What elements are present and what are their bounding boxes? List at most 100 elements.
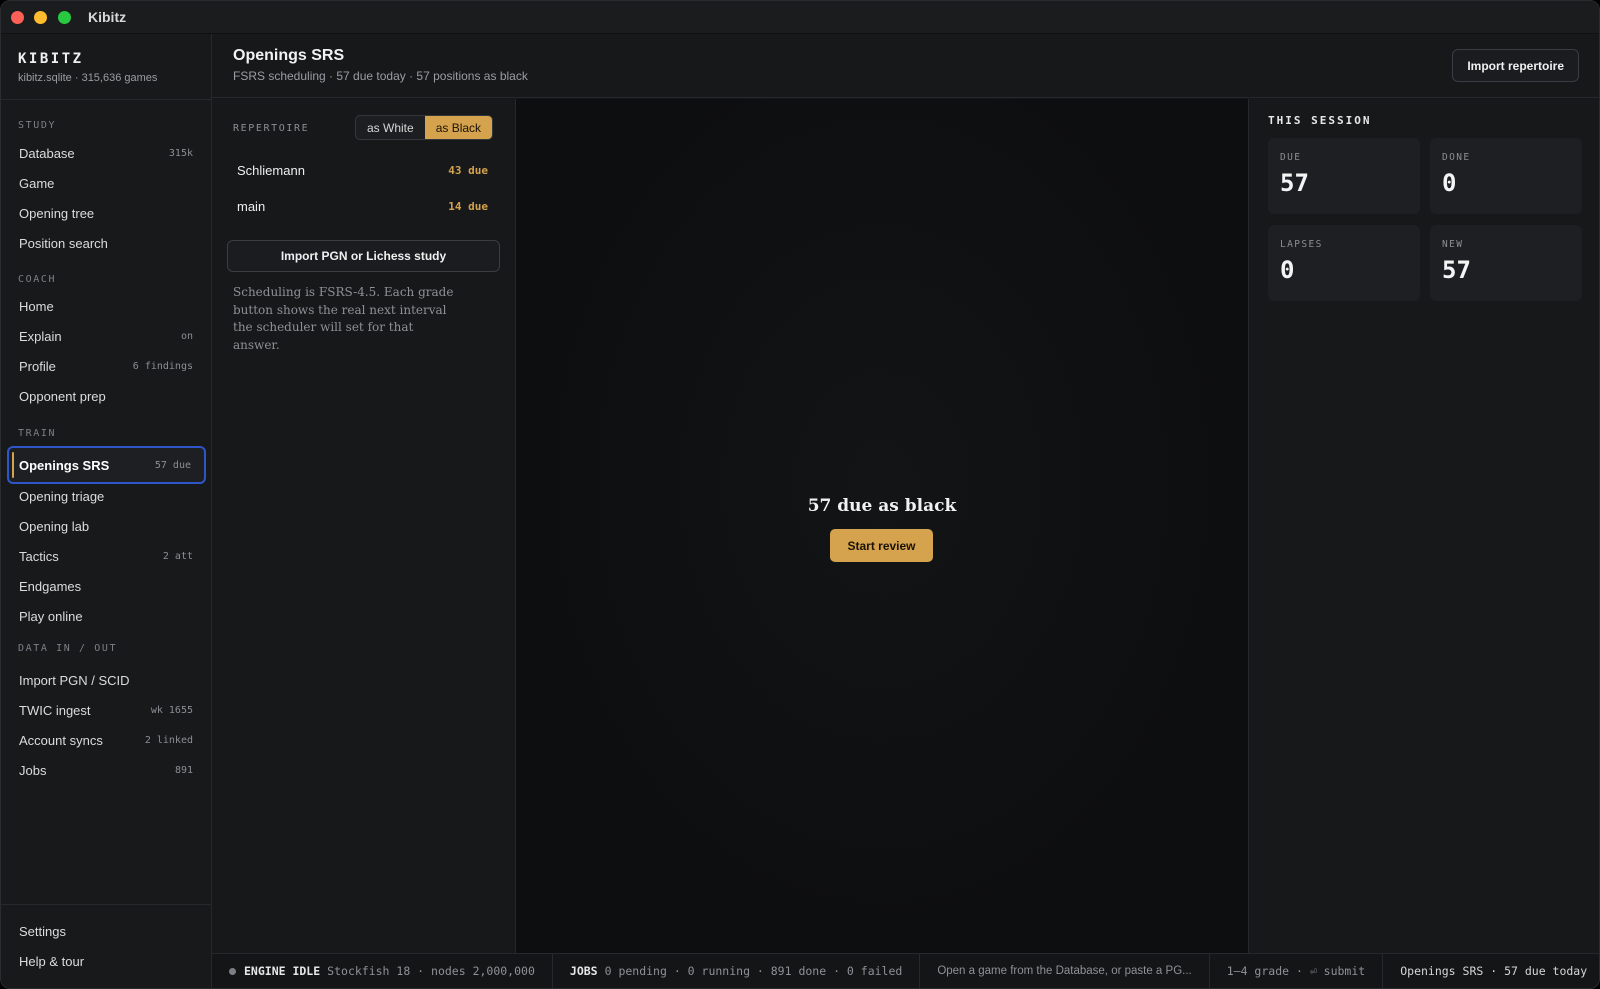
section-label-study: STUDY <box>18 120 57 131</box>
as-black-toggle[interactable]: as Black <box>424 116 493 139</box>
sidebar-item-label: Import PGN / SCID <box>19 672 130 688</box>
sidebar-item-twic-ingest[interactable]: TWIC ingest wk 1655 <box>7 695 206 725</box>
stat-card-due: DUE 57 <box>1268 138 1420 214</box>
sidebar-item-label: Openings SRS <box>19 457 110 473</box>
sidebar-item-label: Database <box>19 145 75 161</box>
sidebar-item-label: Profile <box>19 358 56 374</box>
jobs-status[interactable]: JOBS 0 pending · 0 running · 891 done · … <box>553 954 921 988</box>
scheduling-note: Scheduling is FSRS-4.5. Each grade butto… <box>233 285 454 352</box>
sidebar: KIBITZ kibitz.sqlite · 315,636 games STU… <box>1 34 212 988</box>
title-bar: Kibitz <box>1 1 1599 34</box>
sidebar-item-opening-triage[interactable]: Opening triage <box>7 481 206 511</box>
sidebar-item-label: Game <box>19 175 55 191</box>
stat-value: 57 <box>1280 169 1309 197</box>
section-label-coach: COACH <box>18 274 57 285</box>
sidebar-item-tactics[interactable]: Tactics 2 att <box>7 541 206 571</box>
sidebar-item-openings-srs[interactable]: Openings SRS 57 due <box>7 446 206 484</box>
stat-value: 0 <box>1442 169 1457 197</box>
divider <box>1 99 211 100</box>
sidebar-item-explain[interactable]: Explain on <box>7 321 206 351</box>
sidebar-item-opening-lab[interactable]: Opening lab <box>7 511 206 541</box>
sidebar-item-label: Explain <box>19 328 62 344</box>
page-subtitle: FSRS scheduling · 57 due today · 57 posi… <box>233 69 528 83</box>
import-pgn-button[interactable]: Import PGN or Lichess study <box>227 240 500 272</box>
stat-card-lapses: LAPSES 0 <box>1268 225 1420 301</box>
sidebar-item-opponent-prep[interactable]: Opponent prep <box>7 381 206 411</box>
sidebar-item-label: Tactics <box>19 548 59 564</box>
keyboard-hint: 1–4 grade · ⏎ submit <box>1210 954 1384 988</box>
zoom-window-button[interactable] <box>58 11 71 24</box>
sidebar-item-play-online[interactable]: Play online <box>7 601 206 631</box>
status-hint: Open a game from the Database, or paste … <box>920 954 1210 988</box>
sidebar-item-label: TWIC ingest <box>19 702 91 718</box>
repertoire-name: main <box>237 198 266 214</box>
sidebar-item-badge: 57 due <box>154 459 191 471</box>
divider <box>1 904 211 905</box>
sidebar-item-label: Opening tree <box>19 205 95 221</box>
stat-value: 57 <box>1442 256 1471 284</box>
minimize-window-button[interactable] <box>34 11 47 24</box>
close-window-button[interactable] <box>11 11 24 24</box>
sidebar-item-label: Opening lab <box>19 518 90 534</box>
sidebar-item-settings[interactable]: Settings <box>7 916 206 946</box>
sidebar-item-label: Help & tour <box>19 953 85 969</box>
repertoire-row[interactable]: Schliemann 43 due <box>237 157 488 183</box>
sidebar-item-help-tour[interactable]: Help & tour <box>7 946 206 976</box>
sidebar-item-label: Settings <box>19 923 66 939</box>
sidebar-item-game[interactable]: Game <box>7 168 206 198</box>
session-panel: THIS SESSION DUE 57 DONE 0 LAPSES 0 NEW … <box>1248 99 1599 953</box>
sidebar-item-position-search[interactable]: Position search <box>7 228 206 258</box>
sidebar-item-label: Position search <box>19 235 108 251</box>
sidebar-item-profile[interactable]: Profile 6 findings <box>7 351 206 381</box>
engine-status[interactable]: ENGINE IDLE Stockfish 18 · nodes 2,000,0… <box>212 954 553 988</box>
sidebar-item-label: Opponent prep <box>19 388 106 404</box>
sidebar-item-home[interactable]: Home <box>7 291 206 321</box>
status-bar: ENGINE IDLE Stockfish 18 · nodes 2,000,0… <box>212 953 1599 988</box>
sidebar-item-badge: on <box>180 330 193 342</box>
sidebar-item-badge: 6 findings <box>132 360 193 372</box>
stat-card-new: NEW 57 <box>1430 225 1582 301</box>
sidebar-item-account-syncs[interactable]: Account syncs 2 linked <box>7 725 206 755</box>
repertoire-due-count: 14 due <box>448 199 488 213</box>
sidebar-item-badge: 2 att <box>162 550 193 562</box>
sidebar-item-jobs[interactable]: Jobs 891 <box>7 755 206 785</box>
sidebar-item-import-pgn[interactable]: Import PGN / SCID <box>7 665 206 695</box>
import-repertoire-button[interactable]: Import repertoire <box>1452 49 1579 82</box>
as-white-toggle[interactable]: as White <box>356 116 425 139</box>
sidebar-item-label: Opening triage <box>19 488 105 504</box>
sidebar-item-database[interactable]: Database 315k <box>7 138 206 168</box>
window-title: Kibitz <box>88 9 127 25</box>
stat-label: NEW <box>1442 239 1464 250</box>
review-area: 57 due as black Start review <box>516 99 1248 953</box>
page-title: Openings SRS <box>233 47 345 64</box>
stat-label: DONE <box>1442 152 1471 163</box>
jobs-status-label: JOBS <box>569 964 598 978</box>
engine-status-label: ENGINE IDLE <box>244 964 321 978</box>
status-context: Openings SRS · 57 due today <box>1400 964 1588 978</box>
sidebar-item-label: Jobs <box>19 762 47 778</box>
brand-subtitle: kibitz.sqlite · 315,636 games <box>18 72 158 84</box>
sidebar-item-label: Play online <box>19 608 83 624</box>
app-window: Kibitz KIBITZ kibitz.sqlite · 315,636 ga… <box>0 0 1600 989</box>
sidebar-item-label: Endgames <box>19 578 82 594</box>
repertoire-name: Schliemann <box>237 162 305 178</box>
sidebar-item-badge: 2 linked <box>144 734 193 746</box>
section-label-train: TRAIN <box>18 428 57 439</box>
page-header: Openings SRS FSRS scheduling · 57 due to… <box>212 34 1599 98</box>
stat-label: LAPSES <box>1280 239 1323 250</box>
engine-status-dot-icon <box>229 967 236 975</box>
section-label-data: DATA IN / OUT <box>18 643 118 654</box>
sidebar-item-badge: 891 <box>174 764 193 776</box>
due-heading: 57 due as black <box>807 496 957 516</box>
jobs-status-detail: 0 pending · 0 running · 891 done · 0 fai… <box>604 964 903 978</box>
repertoire-panel: REPERTOIRE as White as Black Schliemann … <box>212 99 516 953</box>
repertoire-row[interactable]: main 14 due <box>237 193 488 219</box>
sidebar-item-endgames[interactable]: Endgames <box>7 571 206 601</box>
sidebar-item-opening-tree[interactable]: Opening tree <box>7 198 206 228</box>
stat-label: DUE <box>1280 152 1302 163</box>
color-toggle: as White as Black <box>355 115 494 140</box>
engine-status-detail: Stockfish 18 · nodes 2,000,000 <box>327 964 535 978</box>
repertoire-label: REPERTOIRE <box>233 123 310 134</box>
sidebar-item-label: Account syncs <box>19 732 103 748</box>
start-review-button[interactable]: Start review <box>830 529 933 562</box>
